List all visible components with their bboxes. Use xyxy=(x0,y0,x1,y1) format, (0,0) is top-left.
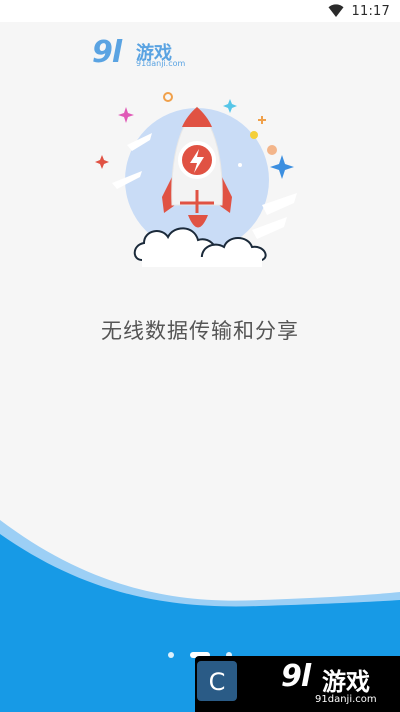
watermark-badge-letter: C xyxy=(209,668,226,696)
watermark-overlay: C 9l 游戏 91danji.com xyxy=(195,656,400,712)
status-right: 11:17 xyxy=(328,0,390,22)
brand-logo-top: 9l 游戏 91danji.com xyxy=(92,35,202,75)
status-time: 11:17 xyxy=(351,3,390,19)
star-pink-icon xyxy=(118,107,134,123)
streak-right-2 xyxy=(252,217,287,239)
star-blue-icon xyxy=(270,155,294,179)
logo-domain: 91danji.com xyxy=(136,59,186,68)
dot-yellow xyxy=(250,131,258,139)
dot-peach xyxy=(267,145,277,155)
page-dot-1[interactable] xyxy=(168,652,174,658)
feature-tagline: 无线数据传输和分享 xyxy=(101,319,299,343)
logo-number: 9l xyxy=(92,35,122,70)
cloud-base xyxy=(142,257,262,267)
watermark-number: 9l xyxy=(281,659,311,694)
streak-right xyxy=(262,193,297,215)
watermark-text: 游戏 xyxy=(322,668,370,696)
splash-screen: 11:17 9l 游戏 91danji.com 无线数据传输和分享 C 9l 游… xyxy=(0,0,400,712)
status-bar: 11:17 xyxy=(0,0,400,22)
plus-orange-icon xyxy=(258,116,266,124)
watermark-domain: 91danji.com xyxy=(315,694,377,705)
star-cyan-icon xyxy=(223,99,237,113)
dot-white xyxy=(238,163,242,167)
wifi-icon xyxy=(328,4,344,17)
rocket-illustration xyxy=(95,92,297,267)
watermark-badge-icon: C xyxy=(197,661,237,701)
star-red-icon xyxy=(95,155,109,169)
dot-orange xyxy=(163,92,173,102)
